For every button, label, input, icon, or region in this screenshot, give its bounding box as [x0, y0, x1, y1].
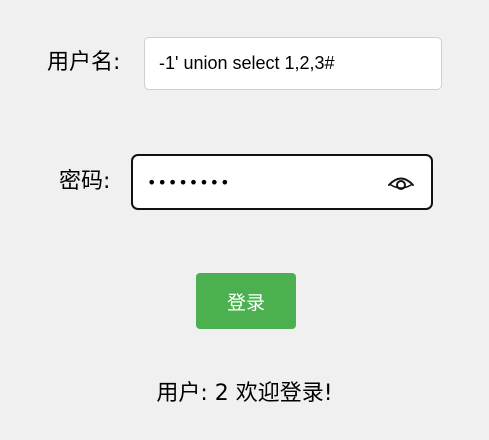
username-label: 用户名: — [47, 50, 121, 75]
password-input[interactable] — [147, 156, 377, 208]
welcome-message: 用户: 2 欢迎登录! — [156, 381, 333, 406]
login-page: 用户名: 密码: 登录 用户: 2 欢迎登录! — [0, 0, 489, 440]
password-field-container[interactable] — [131, 154, 433, 210]
password-label: 密码: — [59, 169, 111, 194]
eye-icon[interactable] — [387, 170, 415, 194]
login-button[interactable]: 登录 — [196, 273, 296, 329]
username-field-container[interactable] — [144, 37, 442, 90]
username-input[interactable] — [159, 38, 429, 89]
